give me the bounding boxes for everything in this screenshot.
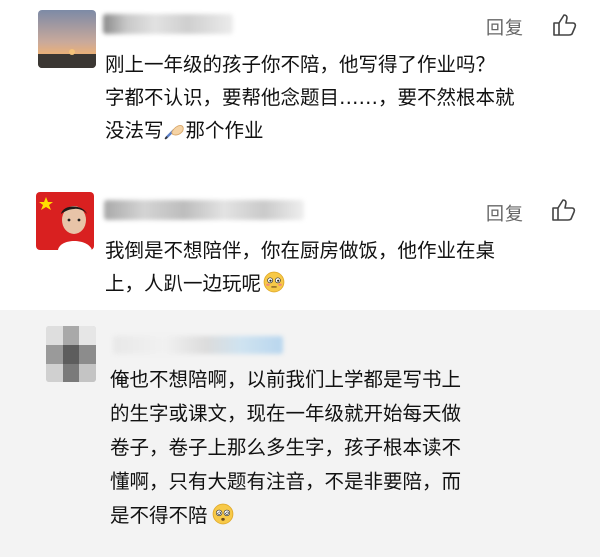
avatar[interactable] xyxy=(46,326,96,382)
avatar[interactable] xyxy=(36,192,94,250)
reply-button[interactable]: 回复 xyxy=(486,200,524,226)
thumbs-up-icon[interactable] xyxy=(551,12,577,38)
reply-button[interactable]: 回复 xyxy=(486,14,524,40)
comment-line: 懂啊，只有大题有注音，不是非要陪，而 xyxy=(110,470,462,493)
thumbs-up-icon[interactable] xyxy=(550,197,576,223)
comment-line: 是不得不陪 xyxy=(110,499,580,533)
comment-segment: 上，人趴一边玩呢 xyxy=(105,272,262,295)
comment-line: 没法写 那个作业 xyxy=(105,114,560,147)
comment-line: 我倒是不想陪伴，你在厨房做饭，他作业在桌 xyxy=(105,239,496,262)
avatar[interactable] xyxy=(38,10,96,68)
comment-3: 俺也不想陪啊，以前我们上学都是写书上 的生字或课文，现在一年级就开始每天做 卷子… xyxy=(0,310,600,557)
comment-2: 回复 我倒是不想陪伴，你在厨房做饭，他作业在桌 上，人趴一边玩呢 xyxy=(0,180,600,310)
comment-line: 俺也不想陪啊，以前我们上学都是写书上 xyxy=(110,368,462,391)
writing-hand-emoji-icon xyxy=(164,125,184,140)
username-blurred[interactable] xyxy=(113,336,283,354)
comment-line: 的生字或课文，现在一年级就开始每天做 xyxy=(110,402,462,425)
comment-line: 卷子，卷子上那么多生字，孩子根本读不 xyxy=(110,436,462,459)
comment-segment: 没法写 xyxy=(105,119,164,142)
comment-1: 回复 刚上一年级的孩子你不陪，他写得了作业吗？ 字都不认识，要帮他念题目……，要… xyxy=(0,0,600,180)
username-blurred[interactable] xyxy=(103,14,233,34)
comment-line: 字都不认识，要帮他念题目……，要不然根本就 xyxy=(105,86,515,109)
comment-segment: 那个作业 xyxy=(185,119,264,142)
comment-segment: 是不得不陪 xyxy=(110,504,208,527)
comment-text: 我倒是不想陪伴，你在厨房做饭，他作业在桌 上，人趴一边玩呢 xyxy=(105,234,560,300)
comment-text: 俺也不想陪啊，以前我们上学都是写书上 的生字或课文，现在一年级就开始每天做 卷子… xyxy=(110,363,580,533)
dizzy-face-emoji-icon xyxy=(212,503,233,525)
comment-line: 上，人趴一边玩呢 xyxy=(105,267,560,300)
comment-text: 刚上一年级的孩子你不陪，他写得了作业吗？ 字都不认识，要帮他念题目……，要不然根… xyxy=(105,48,560,147)
flushed-face-emoji-icon xyxy=(263,271,285,293)
comment-line: 刚上一年级的孩子你不陪，他写得了作业吗？ xyxy=(105,53,496,76)
username-blurred[interactable] xyxy=(104,200,304,220)
